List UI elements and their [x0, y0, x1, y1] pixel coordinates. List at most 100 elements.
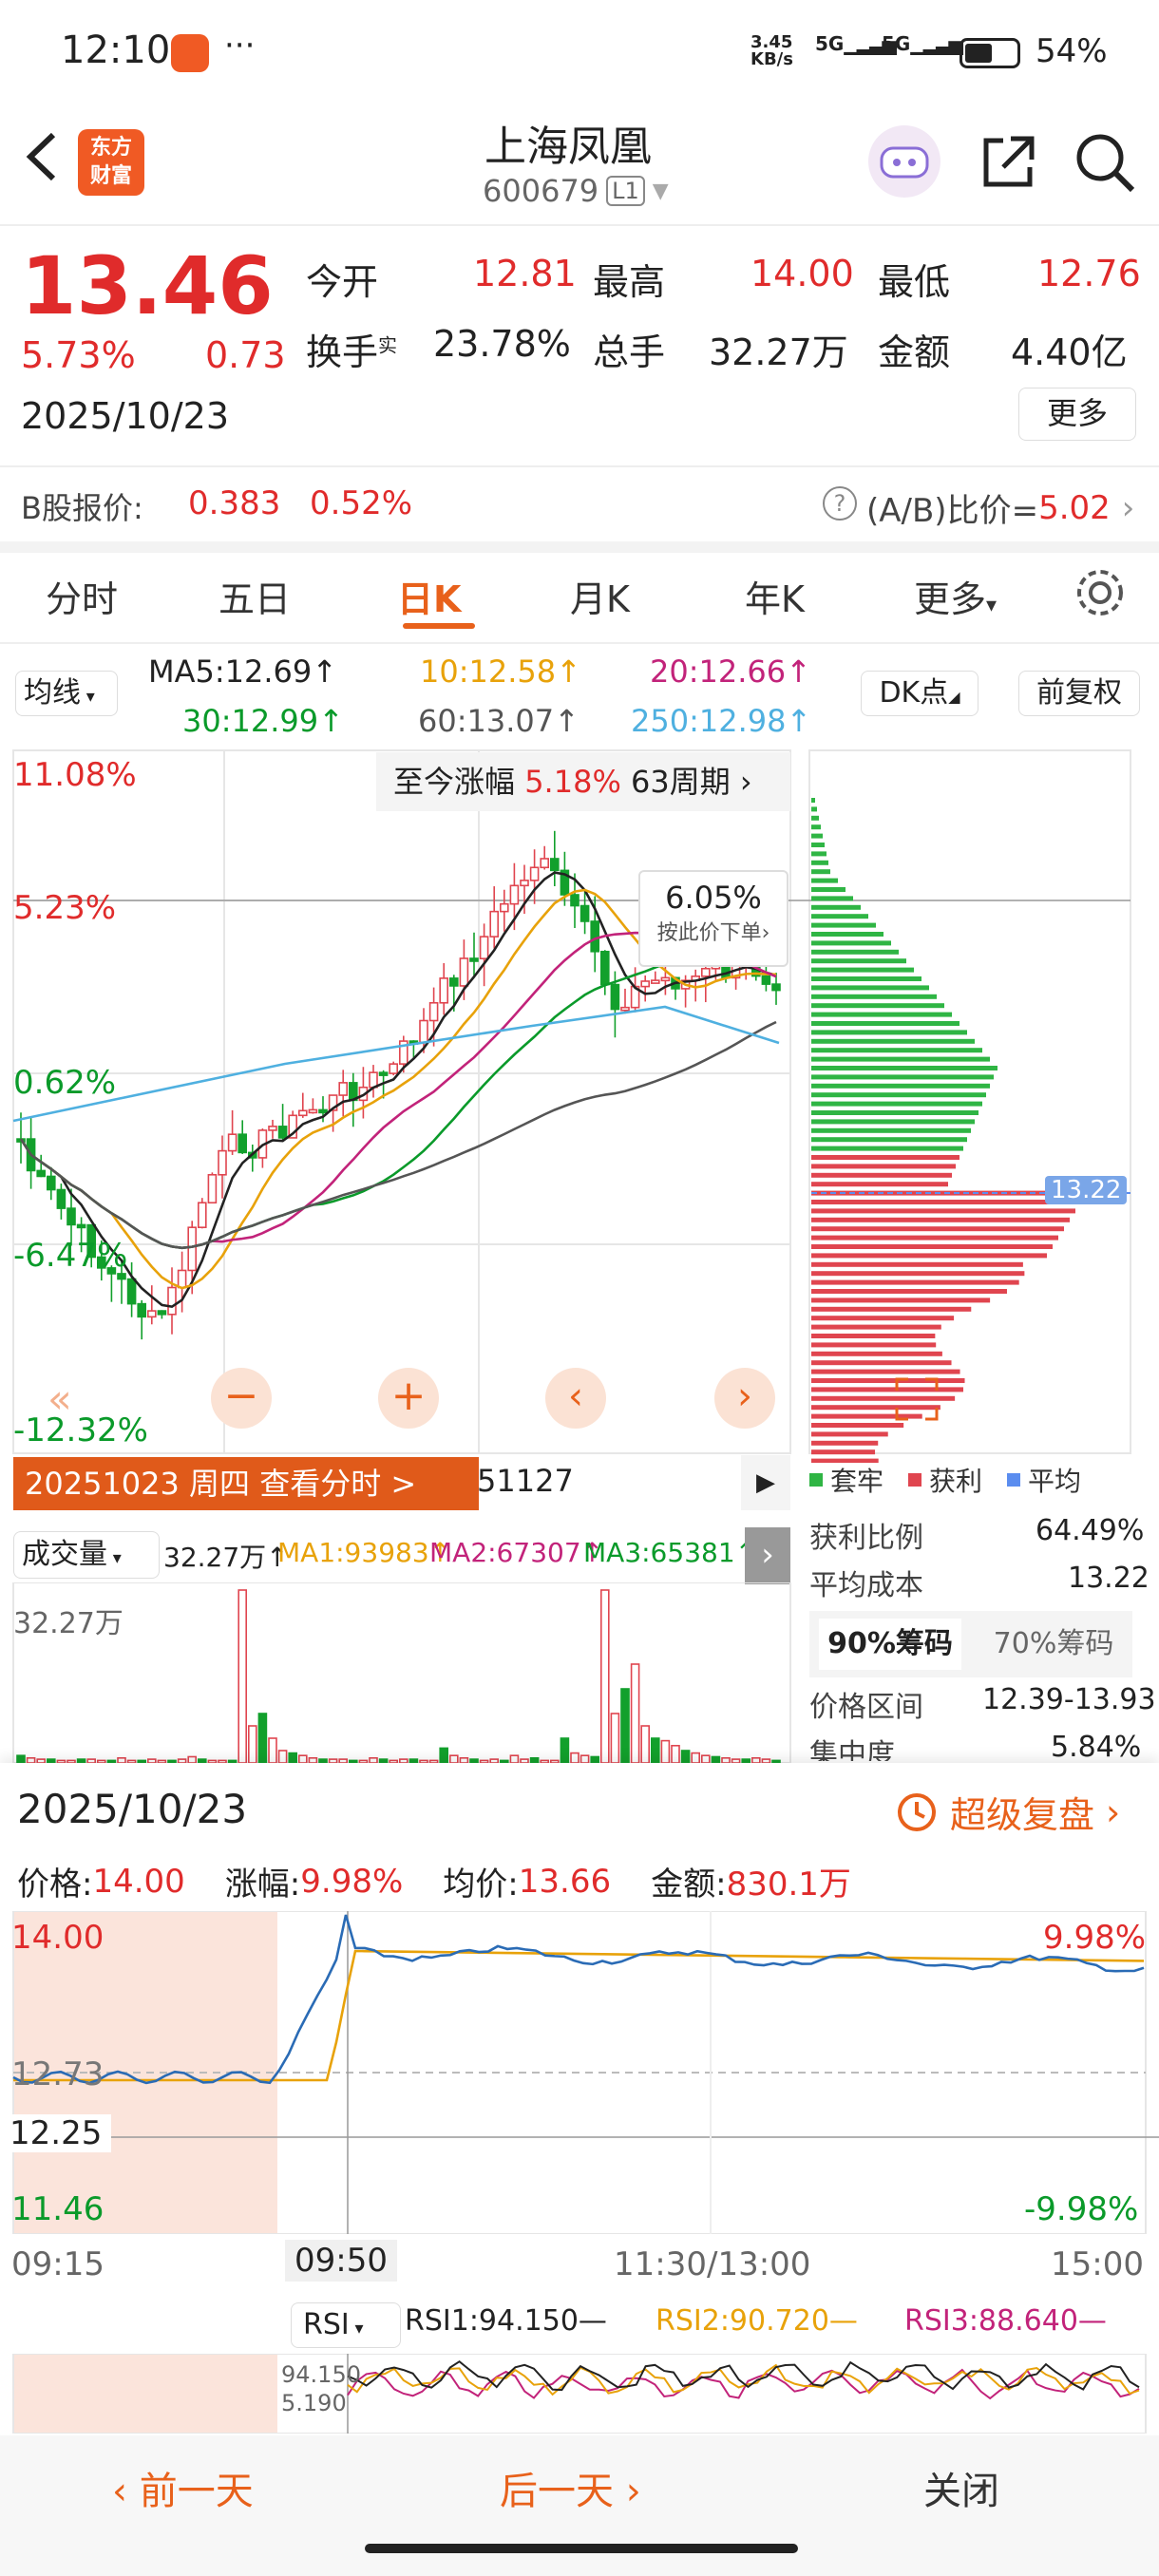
- close-button[interactable]: 关闭: [923, 2460, 999, 2515]
- battery-icon: [960, 38, 1020, 68]
- low-label: 最低: [878, 253, 950, 305]
- chip-bar: [811, 940, 891, 945]
- volume-chart[interactable]: [0, 1582, 798, 1763]
- super-replay-link[interactable]: 超级复盘 ›: [893, 1786, 1120, 1838]
- volume-bar: [560, 1738, 568, 1763]
- kchart-y-top: 11.08%: [13, 756, 137, 794]
- time-start: 09:15: [11, 2245, 104, 2283]
- concentration-label: 集中度: [809, 1731, 895, 1761]
- tab-five-day[interactable]: 五日: [218, 570, 291, 622]
- low-value: 12.76: [1037, 253, 1141, 294]
- volume-bar: [682, 1751, 690, 1763]
- volume-bar: [581, 1755, 589, 1763]
- ma250-value: 250:12.98↑: [631, 703, 811, 739]
- avg-cost-tag: 13.22: [1045, 1176, 1127, 1204]
- chip-bar: [811, 976, 922, 981]
- prev-day-button[interactable]: ‹ 前一天: [112, 2460, 254, 2515]
- share-icon[interactable]: [978, 131, 1039, 196]
- intraday-y-mid: 12.73: [11, 2055, 104, 2093]
- open-value: 12.81: [473, 253, 577, 294]
- status-more-icon: ···: [224, 27, 255, 65]
- kline-chart[interactable]: [0, 741, 1159, 1463]
- chip-bar: [811, 1003, 944, 1008]
- tab-more[interactable]: 更多▾: [914, 570, 997, 622]
- stock-code[interactable]: 600679 L1 ▼: [483, 173, 669, 209]
- chip-tab-90[interactable]: 90%筹码: [819, 1619, 961, 1670]
- chip-bar: [811, 1102, 982, 1107]
- tab-daily-k[interactable]: 日K: [397, 570, 461, 622]
- tab-intraday[interactable]: 分时: [46, 570, 118, 622]
- volume-bar: [279, 1751, 287, 1763]
- ma-selector[interactable]: 均线 ▾: [15, 671, 118, 716]
- chip-bar: [811, 1352, 942, 1356]
- concentration-value: 5.84%: [1051, 1731, 1141, 1761]
- chip-bar: [811, 869, 830, 874]
- scroll-left-button[interactable]: ‹: [545, 1368, 606, 1429]
- kline-candle: [551, 831, 559, 886]
- kline-candle: [57, 1184, 65, 1220]
- open-label: 今开: [306, 253, 378, 305]
- amount-label: 金额: [878, 323, 950, 375]
- volume-bar: [652, 1738, 659, 1763]
- chip-bar: [811, 851, 826, 856]
- volume-bar: [571, 1753, 579, 1763]
- volume-bar: [611, 1714, 618, 1763]
- chip-bar: [811, 1316, 954, 1320]
- chip-bar: [811, 1262, 1023, 1267]
- time-cursor: 09:50: [285, 2240, 397, 2282]
- help-icon[interactable]: ?: [823, 486, 857, 521]
- chip-bar: [811, 887, 846, 892]
- chip-tab-70[interactable]: 70%筹码: [982, 1619, 1125, 1670]
- back-icon[interactable]: [19, 123, 66, 190]
- period-gain[interactable]: 至今涨幅 5.18% 63周期 ›: [376, 752, 790, 811]
- settings-icon[interactable]: [1072, 564, 1129, 625]
- chip-bar: [811, 1297, 990, 1302]
- tab-monthly-k[interactable]: 月K: [570, 570, 630, 622]
- volume-bar: [258, 1714, 266, 1763]
- rsi-chart[interactable]: [0, 2354, 1159, 2434]
- expand-icon[interactable]: [893, 1375, 940, 1427]
- chip-bar: [811, 1325, 941, 1330]
- kline-candle: [601, 950, 609, 994]
- chip-bar: [811, 1441, 878, 1446]
- volume-expand-button[interactable]: ›: [745, 1527, 790, 1584]
- kline-candle: [199, 1198, 206, 1228]
- rsi-selector[interactable]: RSI ▾: [291, 2302, 401, 2348]
- ab-ratio[interactable]: (A/B)比价= 5.02 ›: [866, 484, 1134, 531]
- adjust-button[interactable]: 前复权: [1018, 671, 1140, 716]
- chip-bar: [811, 968, 914, 973]
- date-badge[interactable]: 20251023 周四 查看分时 >: [13, 1457, 479, 1510]
- chip-bar: [811, 1449, 875, 1454]
- price-tooltip[interactable]: 6.05% 按此价下单›: [638, 870, 788, 967]
- intraday-chart[interactable]: [0, 1911, 1159, 2234]
- scroll-left-fast-icon[interactable]: «: [48, 1375, 72, 1422]
- chip-bar: [811, 1200, 1081, 1204]
- price-range-label: 价格区间: [809, 1683, 923, 1725]
- scroll-right-button[interactable]: ›: [714, 1368, 775, 1429]
- more-button[interactable]: 更多: [1018, 388, 1136, 441]
- kline-candle: [158, 1310, 165, 1318]
- chip-bar: [811, 1226, 1064, 1231]
- chip-bar: [811, 1218, 1070, 1222]
- kline-candle: [269, 1120, 276, 1139]
- dk-point-button[interactable]: DK点◢: [861, 671, 978, 716]
- quote-date: 2025/10/23: [21, 395, 229, 437]
- next-day-button[interactable]: 后一天 ›: [500, 2460, 641, 2515]
- chip-bar: [811, 1271, 1024, 1276]
- bshare-price: 0.383: [188, 484, 280, 522]
- tab-yearly-k[interactable]: 年K: [745, 570, 805, 622]
- chip-bar: [811, 1370, 960, 1374]
- chip-bar: [811, 994, 937, 999]
- kchart-y-2: 5.23%: [13, 889, 116, 927]
- search-icon[interactable]: [1072, 129, 1138, 199]
- ai-assistant-icon[interactable]: [868, 125, 940, 198]
- turnover-label: 换手实: [306, 323, 397, 375]
- volume-bar: [249, 1726, 256, 1763]
- zoom-in-button[interactable]: +: [378, 1368, 439, 1429]
- zoom-out-button[interactable]: −: [211, 1368, 272, 1429]
- chip-bar: [811, 1128, 971, 1133]
- volume-bar: [450, 1755, 458, 1763]
- volume-selector[interactable]: 成交量 ▾: [13, 1531, 160, 1579]
- kline-candle: [309, 1098, 316, 1113]
- play-button[interactable]: ▶: [741, 1455, 790, 1510]
